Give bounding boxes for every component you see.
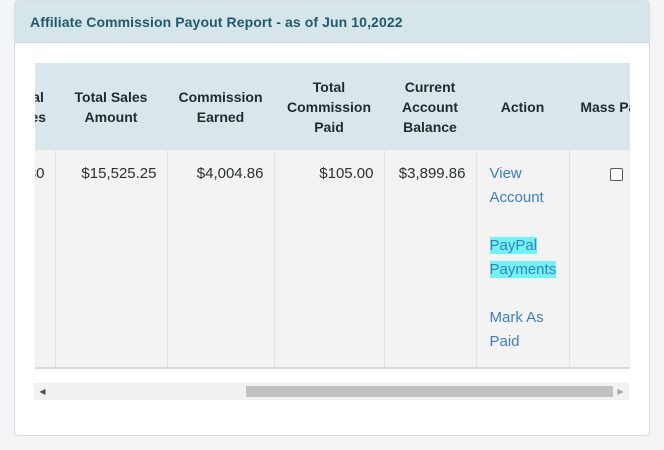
col-header-mass-pay: Mass Pay? [569, 63, 630, 150]
col-header-action: Action [476, 63, 570, 150]
col-header-total-sales-amount: Total Sales Amount [55, 63, 168, 150]
col-header-total-commission-paid: Total Commission Paid [274, 63, 385, 150]
cell-total-commission-paid: $105.00 [274, 150, 385, 368]
triangle-left-icon[interactable]: ◀ [34, 383, 51, 400]
page-title: Affiliate Commission Payout Report - as … [30, 14, 403, 30]
triangle-right-icon[interactable]: ▶ [612, 383, 629, 400]
table-row: 80 $15,525.25 $4,004.86 $105.00 $3,899.8… [35, 150, 630, 368]
payout-table: Total Sales Total Sales Amount Commissio… [35, 63, 630, 368]
table-scroll-container[interactable]: Total Sales Total Sales Amount Commissio… [35, 63, 630, 369]
table-header-row: Total Sales Total Sales Amount Commissio… [35, 63, 630, 150]
paypal-payments-link[interactable]: PayPal Payments [489, 234, 557, 282]
report-panel: Affiliate Commission Payout Report - as … [14, 0, 650, 436]
cell-action: View Account PayPal Payments Mark As Pai… [476, 150, 570, 368]
mark-as-paid-link[interactable]: Mark As Paid [490, 306, 559, 354]
cell-total-sales: 80 [35, 150, 56, 368]
view-account-link[interactable]: View Account [490, 162, 559, 210]
col-header-total-sales: Total Sales [35, 63, 56, 150]
col-header-commission-earned: Commission Earned [167, 63, 275, 150]
cell-current-account-balance: $3,899.86 [384, 150, 477, 368]
col-header-current-account-balance: Current Account Balance [384, 63, 477, 150]
cell-mass-pay [569, 150, 630, 368]
cell-total-sales-amount: $15,525.25 [55, 150, 168, 368]
cell-commission-earned: $4,004.86 [167, 150, 275, 368]
scrollbar-thumb[interactable] [246, 386, 613, 397]
table-bottom-border [35, 367, 630, 369]
mass-pay-checkbox[interactable] [610, 168, 623, 181]
paypal-link-line-1: PayPal [489, 237, 538, 254]
horizontal-scrollbar[interactable]: ◀ ▶ [34, 383, 629, 400]
panel-heading: Affiliate Commission Payout Report - as … [15, 1, 649, 43]
paypal-link-line-2: Payments [489, 261, 557, 278]
